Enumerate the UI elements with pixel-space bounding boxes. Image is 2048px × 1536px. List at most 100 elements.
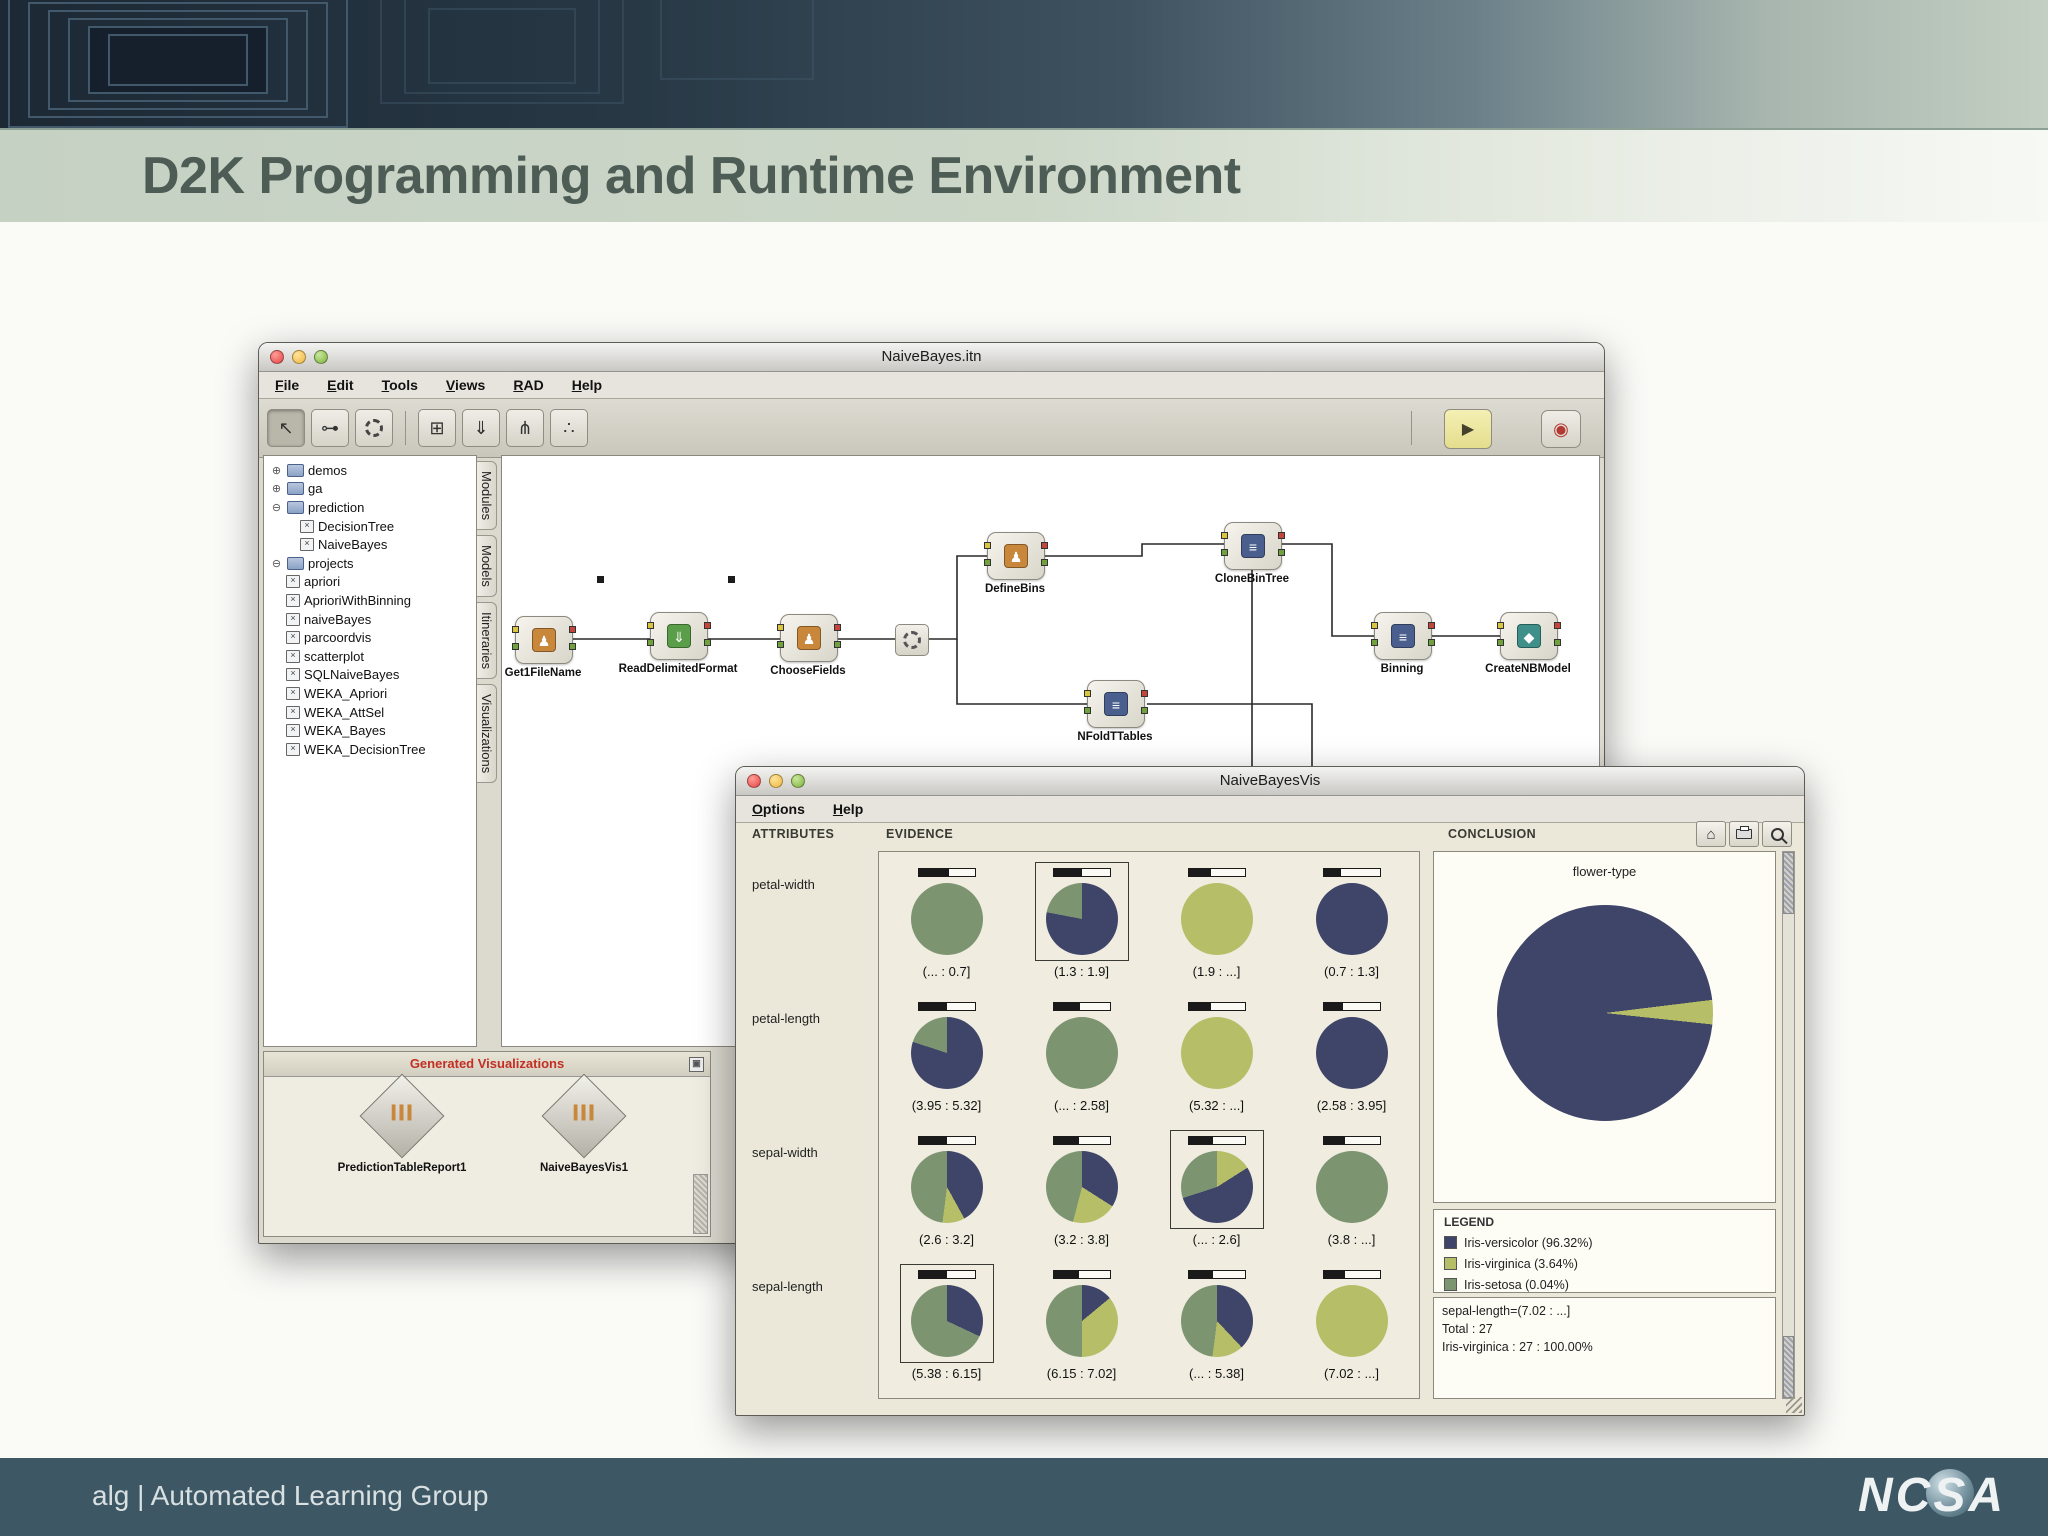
menu-rad[interactable]: RAD [513,377,543,393]
menu-views[interactable]: Views [446,377,485,393]
menu-options[interactable]: Options [752,801,805,817]
vis-titlebar[interactable]: NaiveBayesVis [736,767,1804,796]
tree-item-parcoordvis[interactable]: ×parcoordvis [264,628,476,647]
node-nfoldttables[interactable]: ≡NFoldTTables [1087,680,1143,728]
evidence-cell[interactable]: (... : 2.6] [1149,1126,1284,1260]
tree-item-decisiontree[interactable]: ×DecisionTree [264,517,476,536]
workflow-titlebar[interactable]: NaiveBayes.itn [259,343,1604,372]
tree-item-sqlnaivebayes[interactable]: ×SQLNaiveBayes [264,666,476,685]
junction-node[interactable] [895,624,929,656]
tree-item-apriori[interactable]: ×apriori [264,573,476,592]
tree-expander-icon[interactable]: ⊖ [270,501,283,514]
port-icon [1371,622,1378,629]
run-button[interactable]: ▶ [1444,409,1492,449]
ncsa-logo: NCSA [1858,1468,2006,1523]
pointer-tool-button[interactable]: ↖ [267,409,305,447]
close-button[interactable] [747,774,761,788]
evidence-cell[interactable]: (... : 0.7] [879,858,1014,992]
tree-item-naivebayes[interactable]: ×naiveBayes [264,610,476,629]
evidence-cell[interactable]: (... : 5.38] [1149,1260,1284,1394]
node-binning[interactable]: ≡Binning [1374,612,1430,660]
folder-icon [287,501,304,514]
evidence-cell[interactable]: (6.15 : 7.02] [1014,1260,1149,1394]
tree-item-weka_attsel[interactable]: ×WEKA_AttSel [264,703,476,722]
evidence-pie-group [900,996,994,1095]
node-readdelimitedformat[interactable]: ⇓ReadDelimitedFormat [650,612,706,660]
node-definebins[interactable]: ♟DefineBins [987,532,1043,580]
evidence-cell[interactable]: (2.6 : 3.2] [879,1126,1014,1260]
legend-swatch [1444,1257,1457,1270]
footer-text: alg | Automated Learning Group [92,1480,488,1512]
evidence-bar [918,1002,976,1011]
node-choosefields[interactable]: ♟ChooseFields [780,614,836,662]
tab-models[interactable]: Models [477,535,497,597]
menu-file[interactable]: File [275,377,299,393]
evidence-cell[interactable]: (7.02 : ...] [1284,1260,1419,1394]
tree-expander-icon[interactable]: ⊕ [270,464,283,477]
evidence-cell[interactable]: (1.3 : 1.9] [1014,858,1149,992]
zoom-button[interactable] [1762,821,1792,847]
tree-item-prediction[interactable]: ⊖prediction [264,498,476,517]
tree-item-projects[interactable]: ⊖projects [264,554,476,573]
tree-expander-icon[interactable]: ⊕ [270,482,283,495]
vertical-scrollbar[interactable] [1782,851,1795,1399]
import-tool-button[interactable]: ⇓ [462,409,500,447]
tree-item-weka_apriori[interactable]: ×WEKA_Apriori [264,684,476,703]
tree-item-demos[interactable]: ⊕demos [264,461,476,480]
evidence-cell[interactable]: (3.8 : ...] [1284,1126,1419,1260]
tree-item-scatterplot[interactable]: ×scatterplot [264,647,476,666]
evidence-bar [1053,1136,1111,1145]
properties-tool-button[interactable] [355,409,393,447]
evidence-cell[interactable]: (1.9 : ...] [1149,858,1284,992]
menu-tools[interactable]: Tools [382,377,418,393]
grid-tool-button[interactable]: ⊞ [418,409,456,447]
menu-help[interactable]: Help [572,377,602,393]
tab-visualizations[interactable]: Visualizations [477,684,497,783]
node-clonebintree[interactable]: ≡CloneBinTree [1224,522,1280,570]
evidence-cell[interactable]: (3.2 : 3.8] [1014,1126,1149,1260]
zoom-button[interactable] [314,350,328,364]
tree-item-aprioriwithbinning[interactable]: ×AprioriWithBinning [264,591,476,610]
evidence-cell[interactable]: (... : 2.58] [1014,992,1149,1126]
evidence-cell[interactable]: (3.95 : 5.32] [879,992,1014,1126]
evidence-range-label: (3.8 : ...] [1328,1232,1376,1247]
evidence-pie [1181,1151,1253,1223]
scrollbar-thumb[interactable] [1783,852,1794,914]
tab-itineraries[interactable]: Itineraries [477,602,497,679]
stop-button[interactable]: ◉ [1541,410,1581,448]
layout-tool-button[interactable]: ⋔ [506,409,544,447]
evidence-cell[interactable]: (0.7 : 1.3] [1284,858,1419,992]
zoom-button[interactable] [791,774,805,788]
port-icon [512,626,519,633]
minimize-button[interactable] [769,774,783,788]
evidence-range-label: (2.58 : 3.95] [1317,1098,1386,1113]
tree-item-weka_bayes[interactable]: ×WEKA_Bayes [264,721,476,740]
evidence-cell[interactable]: (5.38 : 6.15] [879,1260,1014,1394]
distribute-tool-button[interactable]: ∴ [550,409,588,447]
tree-item-naivebayes[interactable]: ×NaiveBayes [264,535,476,554]
generated-item[interactable]: NaiveBayesVis1 [509,1080,659,1174]
tree-item-weka_decisiontree[interactable]: ×WEKA_DecisionTree [264,740,476,759]
home-button[interactable]: ⌂ [1696,821,1726,847]
print-button[interactable] [1729,821,1759,847]
evidence-cell[interactable]: (5.32 : ...] [1149,992,1284,1126]
tree-item-ga[interactable]: ⊕ga [264,480,476,499]
generated-item[interactable]: PredictionTableReport1 [327,1080,477,1174]
node-get1filename[interactable]: ♟Get1FileName [515,616,571,664]
close-button[interactable] [270,350,284,364]
menu-edit[interactable]: Edit [327,377,353,393]
resize-grip[interactable] [1786,1397,1802,1413]
evidence-cell[interactable]: (2.58 : 3.95] [1284,992,1419,1126]
panel-scrollbar[interactable] [693,1174,708,1234]
minimize-button[interactable] [292,350,306,364]
scrollbar-thumb[interactable] [1783,1336,1794,1398]
panel-window-icon[interactable]: ▣ [689,1057,704,1072]
tab-modules[interactable]: Modules [477,461,497,530]
tree-expander-icon[interactable]: ⊖ [270,557,283,570]
menu-help[interactable]: Help [833,801,863,817]
evidence-grid: (... : 0.7](1.3 : 1.9](1.9 : ...](0.7 : … [879,852,1419,1394]
evidence-panel: (... : 0.7](1.3 : 1.9](1.9 : ...](0.7 : … [878,851,1420,1399]
connect-tool-button[interactable]: ⊶ [311,409,349,447]
node-createnbmodel[interactable]: ◆CreateNBModel [1500,612,1556,660]
evidence-pie-group [1305,1264,1399,1363]
